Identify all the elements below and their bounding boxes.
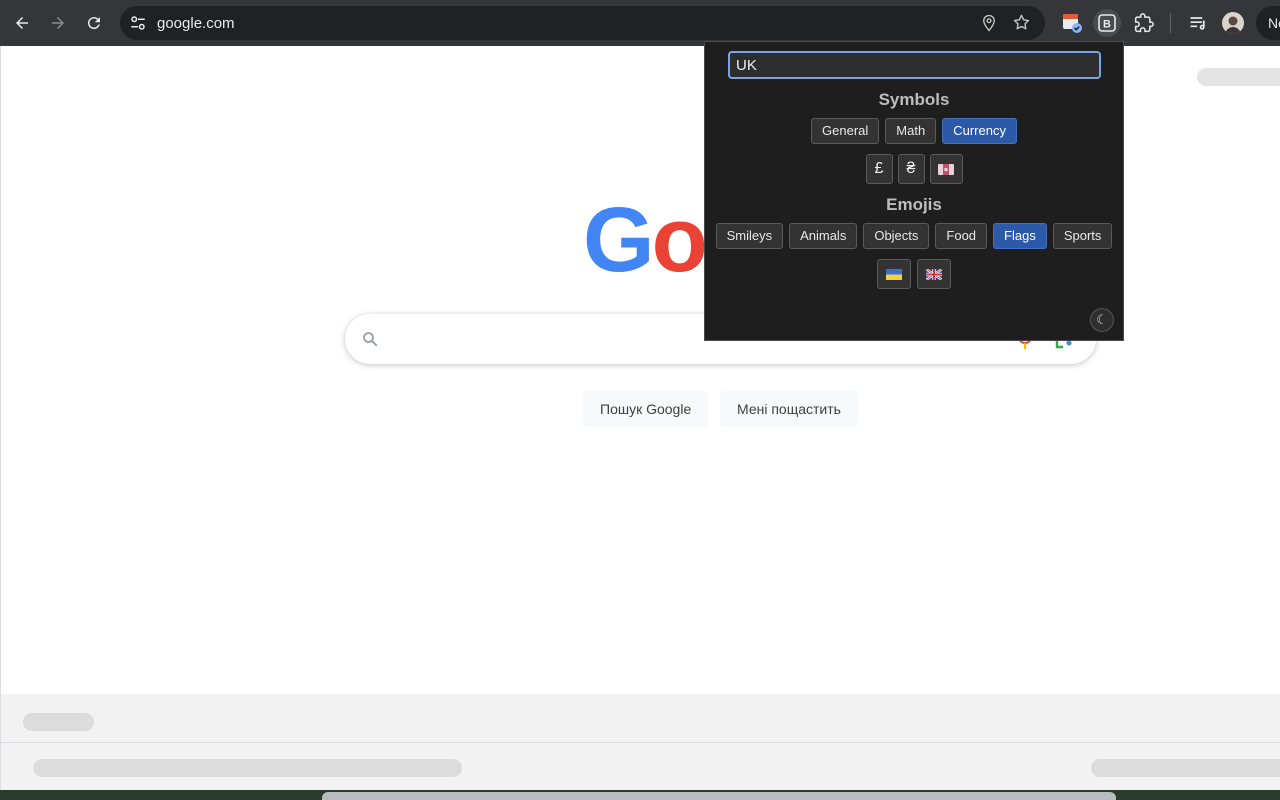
tab-food[interactable]: Food bbox=[935, 223, 988, 249]
extensions-menu-button[interactable] bbox=[1130, 9, 1158, 37]
footer-divider bbox=[1, 742, 1280, 743]
avatar-photo-icon bbox=[1225, 16, 1241, 34]
bookmark-star-icon[interactable] bbox=[1012, 13, 1031, 32]
extension-symbols-button[interactable]: B bbox=[1093, 9, 1121, 37]
symbol-pound-banknote[interactable] bbox=[929, 154, 963, 184]
tab-general[interactable]: General bbox=[811, 118, 880, 144]
toolbar-divider bbox=[1170, 13, 1171, 33]
emojis-heading: Emojis bbox=[886, 195, 942, 214]
puzzle-icon bbox=[1134, 13, 1154, 33]
forward-button[interactable] bbox=[46, 11, 70, 35]
emoji-results bbox=[705, 259, 1123, 289]
macos-dock bbox=[0, 790, 1280, 800]
emoji-flag-ukraine[interactable] bbox=[877, 259, 911, 289]
google-search-button[interactable]: Пошук Google bbox=[583, 391, 709, 427]
tab-flags[interactable]: Flags bbox=[993, 223, 1047, 249]
reading-list-icon bbox=[1190, 17, 1205, 30]
browser-toolbar: google.com B N bbox=[0, 0, 1280, 46]
tab-objects[interactable]: Objects bbox=[863, 223, 930, 249]
svg-text:B: B bbox=[1103, 19, 1111, 31]
header-links-placeholder bbox=[1197, 68, 1280, 86]
footer-settings-placeholder bbox=[1091, 759, 1280, 777]
symbol-hryvnia[interactable]: ₴ bbox=[897, 154, 925, 184]
symbol-results: £ ₴ bbox=[705, 154, 1123, 184]
dock-tray bbox=[322, 792, 1116, 800]
arrow-left-icon bbox=[16, 17, 28, 29]
tab-smileys[interactable]: Smileys bbox=[715, 223, 784, 249]
extension-calendar-button[interactable] bbox=[1058, 9, 1086, 37]
tab-currency[interactable]: Currency bbox=[942, 118, 1017, 144]
arrow-right-icon bbox=[52, 17, 64, 29]
symbol-search-input[interactable] bbox=[728, 51, 1101, 79]
symbol-category-tabs: General Math Currency bbox=[705, 118, 1123, 144]
symbol-pound[interactable]: £ bbox=[865, 154, 893, 184]
footer-links-placeholder bbox=[33, 759, 462, 777]
logo-letter-o1: o bbox=[651, 189, 708, 291]
tab-math[interactable]: Math bbox=[885, 118, 937, 144]
location-icon[interactable] bbox=[980, 14, 998, 32]
search-icon bbox=[363, 332, 378, 347]
pound-banknote-icon bbox=[938, 163, 954, 175]
reload-icon bbox=[87, 17, 100, 30]
page-footer bbox=[1, 694, 1280, 790]
tab-animals[interactable]: Animals bbox=[789, 223, 858, 249]
footer-country-placeholder bbox=[23, 713, 94, 731]
emoji-category-tabs: Smileys Animals Objects Food Flags Sport… bbox=[705, 223, 1123, 249]
symbols-extension-popup: Symbols General Math Currency £ ₴ Emojis… bbox=[704, 41, 1124, 341]
moon-icon: ☾ bbox=[1096, 312, 1108, 327]
profile-avatar[interactable] bbox=[1222, 12, 1244, 34]
site-settings-icon[interactable] bbox=[129, 14, 147, 32]
theme-toggle-button[interactable]: ☾ bbox=[1090, 308, 1114, 332]
reload-button[interactable] bbox=[82, 11, 106, 35]
calendar-check-icon bbox=[1063, 14, 1082, 33]
reading-list-button[interactable] bbox=[1184, 9, 1212, 37]
logo-letter-g: G bbox=[583, 189, 655, 291]
feeling-lucky-button[interactable]: Мені пощастить bbox=[720, 391, 858, 427]
symbols-heading: Symbols bbox=[878, 90, 950, 109]
symbols-extension-icon: B bbox=[1098, 14, 1116, 32]
profile-button[interactable]: Ne bbox=[1256, 6, 1280, 40]
tab-sports[interactable]: Sports bbox=[1052, 223, 1113, 249]
flag-ukraine-icon bbox=[886, 268, 902, 280]
url-text: google.com bbox=[157, 15, 235, 32]
flag-united-kingdom-icon bbox=[926, 268, 942, 280]
emoji-flag-united-kingdom[interactable] bbox=[917, 259, 951, 289]
back-button[interactable] bbox=[10, 11, 34, 35]
address-bar[interactable]: google.com bbox=[120, 6, 1045, 40]
